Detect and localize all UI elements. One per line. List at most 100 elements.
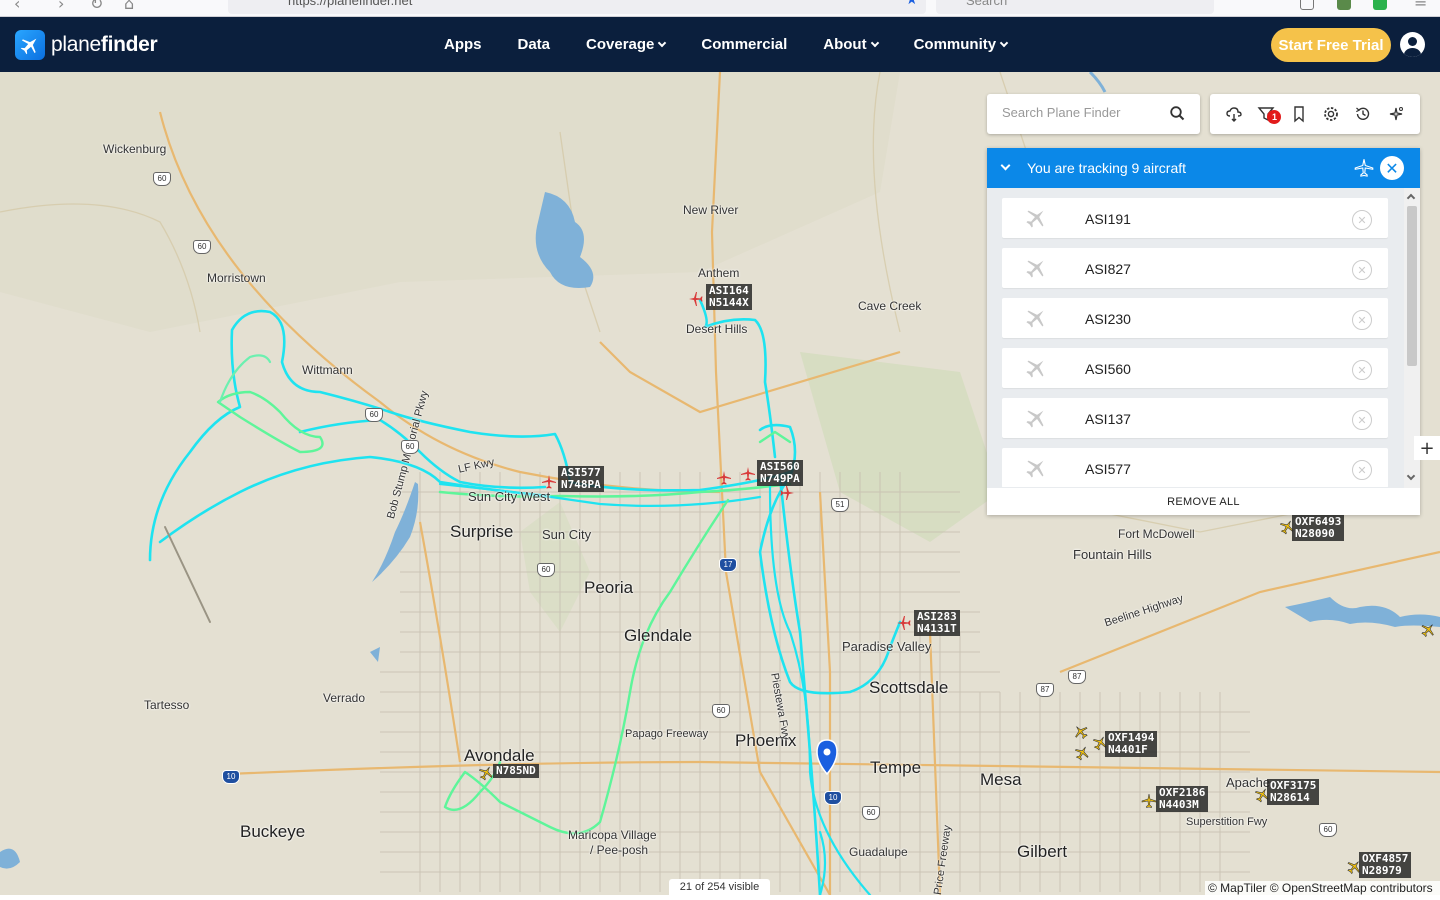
aircraft-icon[interactable] [541,474,557,490]
aircraft-label[interactable]: OXF1494 N4401F [1105,731,1158,757]
browser-search[interactable]: Search [936,0,1214,14]
place-label: Tempe [870,758,922,777]
interstate-shield: 17 [719,558,737,572]
interstate-shield: 10 [824,791,842,805]
interstate-shield: 10 [222,770,240,784]
tracked-aircraft-list: ASI191 ✕ ASI827 ✕ ASI230 ✕ ASI560 ✕ ASI137 ✕ … [1002,198,1388,487]
highway-shield: 60 [862,806,880,820]
track-plane-icon[interactable] [1354,158,1374,178]
aircraft-label[interactable]: ASI283 N4131T [914,610,960,636]
bookmark-star-icon[interactable]: ★ [905,0,918,8]
page-bottom [0,895,1440,900]
scroll-up-icon[interactable] [1406,193,1416,203]
remove-all-button[interactable]: REMOVE ALL [987,488,1420,515]
nav-about[interactable]: About [823,36,879,53]
filter-icon[interactable]: 1 [1256,104,1282,124]
remove-icon[interactable]: ✕ [1352,260,1372,280]
plane-icon [1026,460,1044,478]
place-label: Gilbert [1017,842,1068,861]
chevron-down-icon [999,38,1009,48]
aircraft-icon[interactable] [1074,745,1090,761]
aircraft-label[interactable]: ASI577 N748PA [558,466,604,492]
chevron-down-icon[interactable] [1000,160,1011,171]
nav-coverage[interactable]: Coverage [586,36,667,53]
plane-icon [1026,410,1044,428]
bookmark-icon[interactable] [1289,104,1309,124]
aircraft-icon[interactable] [740,466,756,482]
history-icon[interactable] [1353,104,1373,124]
aircraft-icon[interactable] [1141,793,1157,809]
chevron-down-icon [870,38,879,48]
place-label: Avondale [464,746,535,765]
remove-icon[interactable]: ✕ [1352,210,1372,230]
place-label: Cave Creek [858,299,922,313]
aircraft-icon[interactable] [1420,622,1436,638]
aircraft-icon[interactable] [779,485,795,501]
remove-icon[interactable]: ✕ [1352,310,1372,330]
list-item[interactable]: ASI137 ✕ [1002,398,1388,438]
remove-icon[interactable]: ✕ [1352,360,1372,380]
start-free-trial-button[interactable]: Start Free Trial [1271,28,1391,62]
extension-icon[interactable] [1300,0,1314,10]
extension-icon[interactable] [1373,0,1387,10]
list-item[interactable]: ASI191 ✕ [1002,198,1388,238]
zoom-in-button[interactable]: + [1414,436,1440,460]
road-label: Superstition Fwy [1186,816,1268,828]
highway-shield: 51 [831,498,849,512]
aircraft-callsign: ASI230 [1085,311,1131,327]
user-account-icon[interactable] [1400,32,1425,57]
list-item[interactable]: ASI230 ✕ [1002,298,1388,338]
back-icon[interactable]: ‹ [14,0,20,13]
address-bar[interactable]: https://planefinder.net ★ [228,0,926,14]
search-icon[interactable] [1170,106,1185,121]
list-item[interactable]: ASI827 ✕ [1002,248,1388,288]
place-label: Paradise Valley [842,639,932,654]
nav-data[interactable]: Data [518,36,551,53]
planefinder-logo[interactable]: planefinder [15,30,158,60]
place-label: Verrado [323,691,366,705]
list-item[interactable]: ASI560 ✕ [1002,348,1388,388]
settings-icon[interactable] [1321,104,1341,124]
list-item[interactable]: ASI577 ✕ [1002,448,1388,487]
nav-apps[interactable]: Apps [444,36,482,53]
aircraft-label[interactable]: OXF3175 N28614 [1267,779,1320,805]
aircraft-icon[interactable] [896,615,912,631]
aircraft-label[interactable]: OXF6493 N28090 [1292,515,1345,541]
radar-icon[interactable] [1386,104,1406,124]
place-label: Surprise [450,522,514,541]
nav-community[interactable]: Community [914,36,1009,53]
remove-icon[interactable]: ✕ [1352,410,1372,430]
menu-icon[interactable]: ≡ [1414,0,1427,11]
road-label: Papago Freeway [625,728,709,740]
extension-icon[interactable] [1337,0,1351,10]
remove-icon[interactable]: ✕ [1352,460,1372,480]
plane-search-input[interactable] [1002,105,1162,120]
place-label: Anthem [698,266,740,280]
aircraft-label[interactable]: OXF4857 N28979 [1359,852,1412,878]
aircraft-label[interactable]: N785ND [493,764,539,778]
scroll-down-icon[interactable] [1406,471,1416,481]
scroll-thumb[interactable] [1407,206,1417,366]
browser-toolbar: ‹ › ↻ ⌂ https://planefinder.net ★ Search… [0,0,1440,17]
browser-search-placeholder: Search [966,0,1008,8]
aircraft-icon[interactable] [688,291,704,307]
highway-shield: 60 [712,704,730,718]
close-icon[interactable]: ✕ [1380,156,1404,180]
nav-commercial[interactable]: Commercial [701,36,787,53]
aircraft-label[interactable]: ASI560 N749PA [757,460,803,486]
forward-icon[interactable]: › [58,0,64,13]
aircraft-label[interactable]: ASI164 N5144X [706,284,752,310]
home-icon[interactable]: ⌂ [124,0,134,13]
aircraft-callsign: ASI827 [1085,261,1131,277]
aircraft-icon[interactable] [478,765,494,781]
weather-icon[interactable] [1224,104,1244,124]
highway-shield: 87 [1068,670,1086,684]
reload-icon[interactable]: ↻ [90,0,103,13]
aircraft-icon[interactable] [1073,724,1089,740]
aircraft-label[interactable]: OXF2186 N4403M [1156,786,1209,812]
tracking-panel-header: You are tracking 9 aircraft ✕ [987,148,1420,188]
map-attribution[interactable]: © MapTiler © OpenStreetMap contributors [1205,881,1440,895]
highway-shield: 60 [365,408,383,422]
aircraft-icon[interactable] [716,470,732,486]
plane-icon [1026,360,1044,378]
